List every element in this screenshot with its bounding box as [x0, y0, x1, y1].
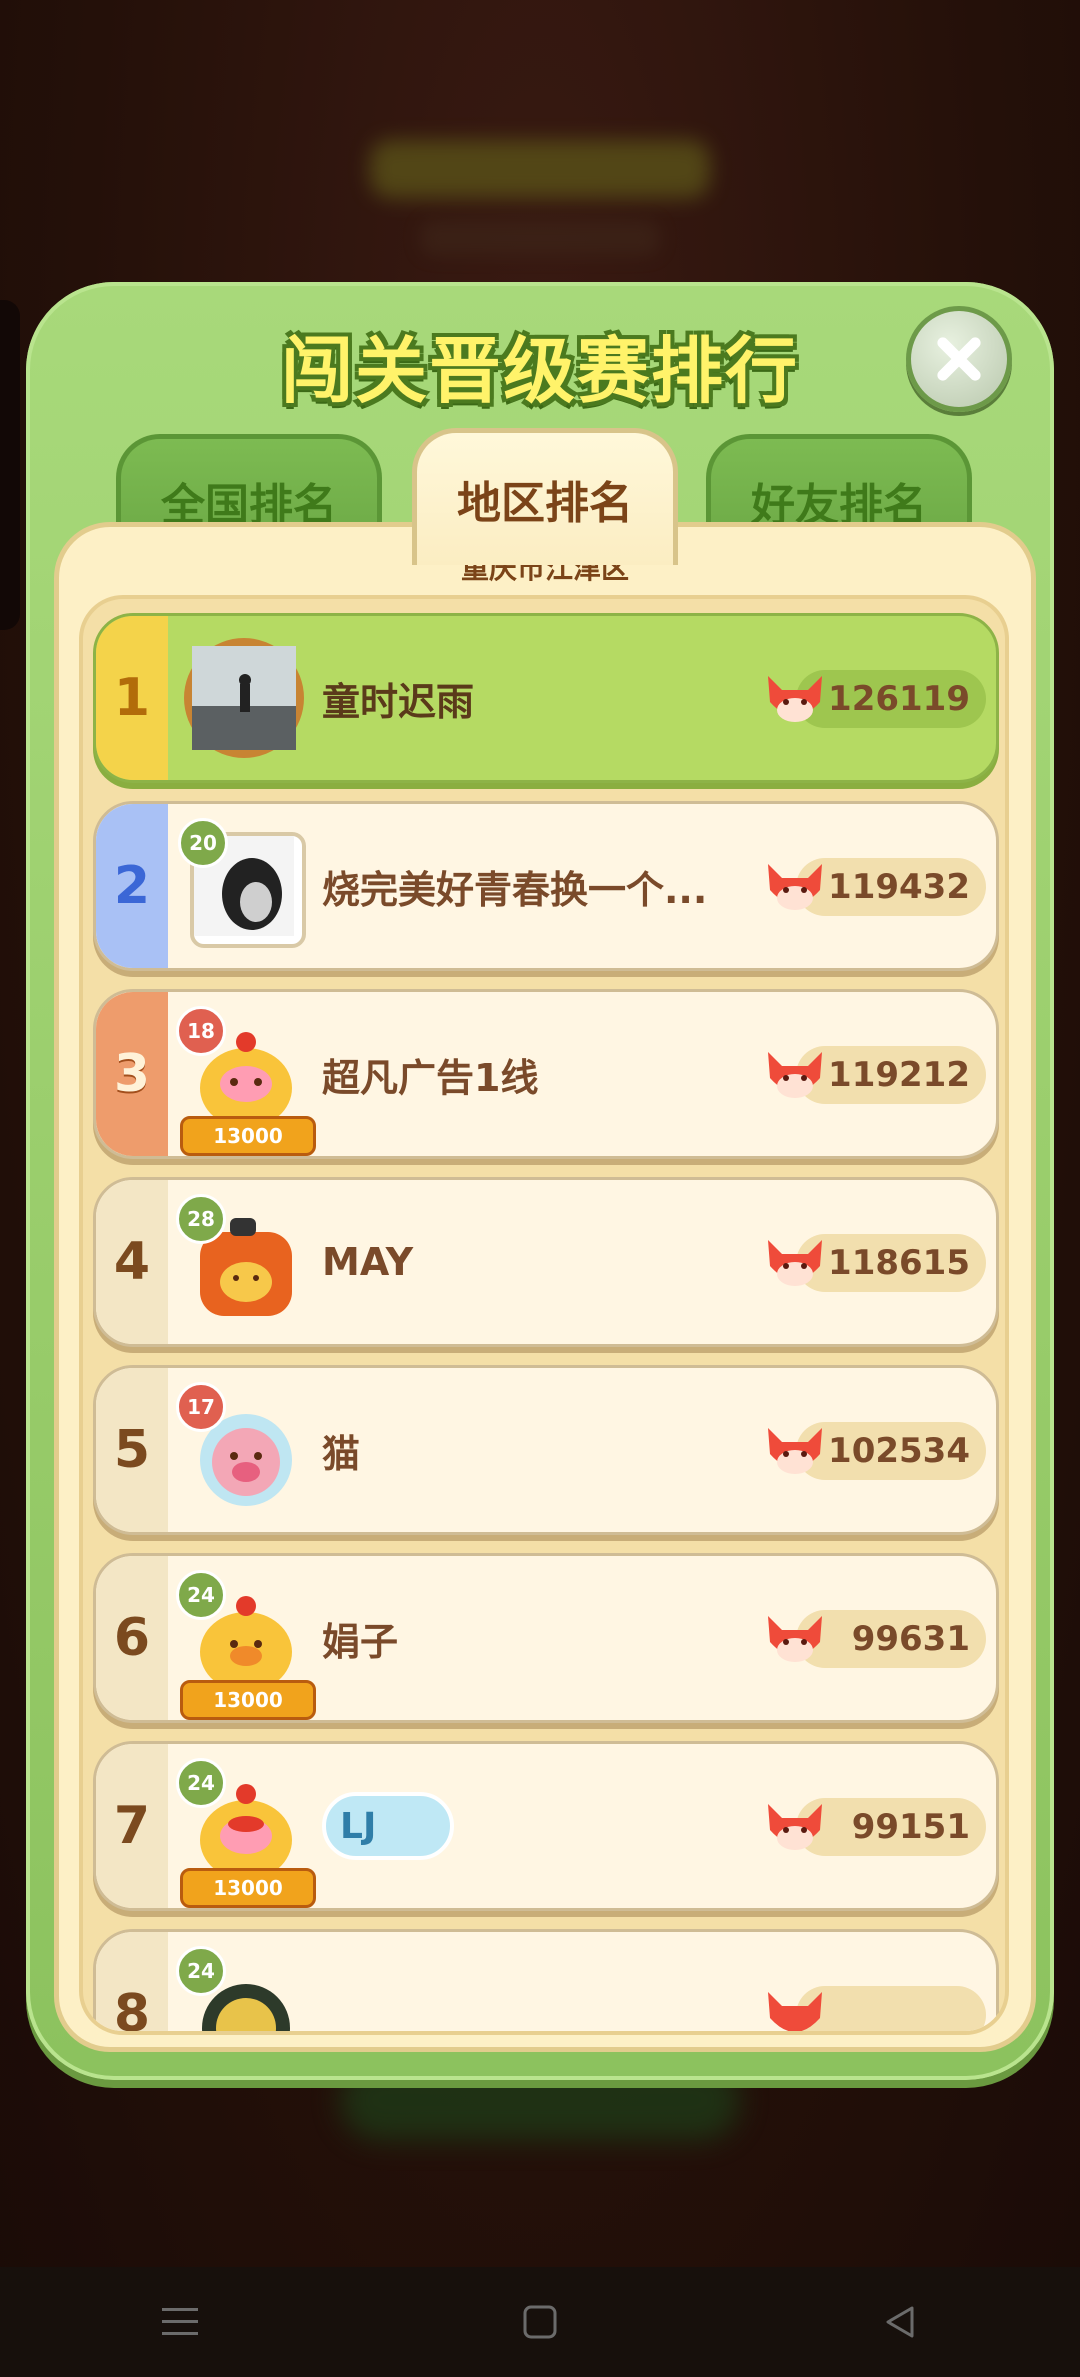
player-name: 烧完美好青春换一个...	[322, 867, 708, 912]
back-icon	[886, 2306, 914, 2338]
leaderboard-modal: 闯关晋级赛排行 全国排名 好友排名 重庆市江津区 1 童时迟雨 126119 2…	[26, 282, 1054, 2080]
avatar[interactable]: 24 13000	[176, 1758, 316, 1908]
level-badge: 24	[176, 1758, 226, 1808]
level-badge: 24	[176, 1570, 226, 1620]
ranking-row[interactable]: 6 24 13000 娟子 99631	[93, 1553, 999, 1723]
ranking-row[interactable]: 2 20 烧完美好青春换一个... 119432	[93, 801, 999, 971]
fox-icon	[768, 1240, 822, 1286]
rank-number: 1	[96, 616, 168, 780]
fox-icon	[768, 676, 822, 722]
player-name: 童时迟雨	[322, 679, 475, 724]
fox-icon	[768, 1992, 822, 2031]
background-left-edge	[0, 300, 20, 630]
level-badge: 18	[176, 1006, 226, 1056]
avatar-frame-ribbon: 13000	[180, 1680, 316, 1720]
player-name: 猫	[322, 1431, 361, 1476]
ranking-panel: 重庆市江津区 1 童时迟雨 126119 2 20 烧完美好青春换一个... 1…	[54, 522, 1036, 2052]
avatar-frame-ribbon: 13000	[180, 1868, 316, 1908]
modal-title: 闯关晋级赛排行	[280, 329, 799, 413]
fox-icon	[768, 1804, 822, 1850]
back-button[interactable]	[870, 2292, 930, 2352]
rank-number: 8	[96, 1932, 168, 2031]
level-badge: 28	[176, 1194, 226, 1244]
fox-icon	[768, 864, 822, 910]
player-name: 娟子	[322, 1619, 399, 1664]
tab-regional-ranking[interactable]: 地区排名	[412, 428, 678, 565]
level-badge: 20	[178, 818, 228, 868]
player-name: LJ	[340, 1805, 377, 1847]
avatar[interactable]	[176, 630, 312, 766]
avatar[interactable]: 18 13000	[176, 1006, 316, 1156]
rank-number: 7	[96, 1744, 168, 1908]
player-name: 超凡广告1线	[322, 1055, 539, 1100]
avatar[interactable]: 24	[176, 1946, 312, 2031]
ranking-row[interactable]: 3 18 13000 超凡广告1线 119212	[93, 989, 999, 1159]
fox-icon	[768, 1052, 822, 1098]
level-badge: 17	[176, 1382, 226, 1432]
system-nav-bar	[0, 2267, 1080, 2377]
avatar[interactable]: 24 13000	[176, 1570, 316, 1720]
menu-icon	[162, 2308, 198, 2335]
avatar[interactable]: 17	[176, 1382, 312, 1518]
home-icon	[523, 2305, 557, 2339]
background-title-blur	[370, 140, 710, 198]
level-badge: 24	[176, 1946, 226, 1996]
rank-number: 4	[96, 1180, 168, 1344]
ranking-row[interactable]: 7 24 13000 LJ 99151	[93, 1741, 999, 1911]
nickname-badge: LJ	[322, 1792, 454, 1860]
background-subtitle-blur	[420, 220, 660, 256]
avatar[interactable]: 20	[176, 818, 312, 954]
ranking-row[interactable]: 1 童时迟雨 126119	[93, 613, 999, 783]
avatar-image	[184, 638, 304, 758]
avatar[interactable]: 28	[176, 1194, 312, 1330]
ranking-row[interactable]: 8 24	[93, 1929, 999, 2031]
close-icon	[937, 337, 981, 381]
close-button[interactable]	[906, 306, 1012, 412]
ranking-list[interactable]: 1 童时迟雨 126119 2 20 烧完美好青春换一个... 119432 3…	[79, 595, 1009, 2035]
rank-number: 3	[96, 992, 168, 1156]
home-button[interactable]	[510, 2292, 570, 2352]
menu-button[interactable]	[150, 2292, 210, 2352]
rank-number: 2	[96, 804, 168, 968]
fox-icon	[768, 1616, 822, 1662]
ranking-row[interactable]: 5 17 猫 102534	[93, 1365, 999, 1535]
fox-icon	[768, 1428, 822, 1474]
avatar-frame-ribbon: 13000	[180, 1116, 316, 1156]
avatar-landscape-icon	[192, 646, 296, 750]
player-name: MAY	[322, 1240, 414, 1284]
rank-number: 5	[96, 1368, 168, 1532]
ranking-row[interactable]: 4 28 MAY 118615	[93, 1177, 999, 1347]
rank-number: 6	[96, 1556, 168, 1720]
